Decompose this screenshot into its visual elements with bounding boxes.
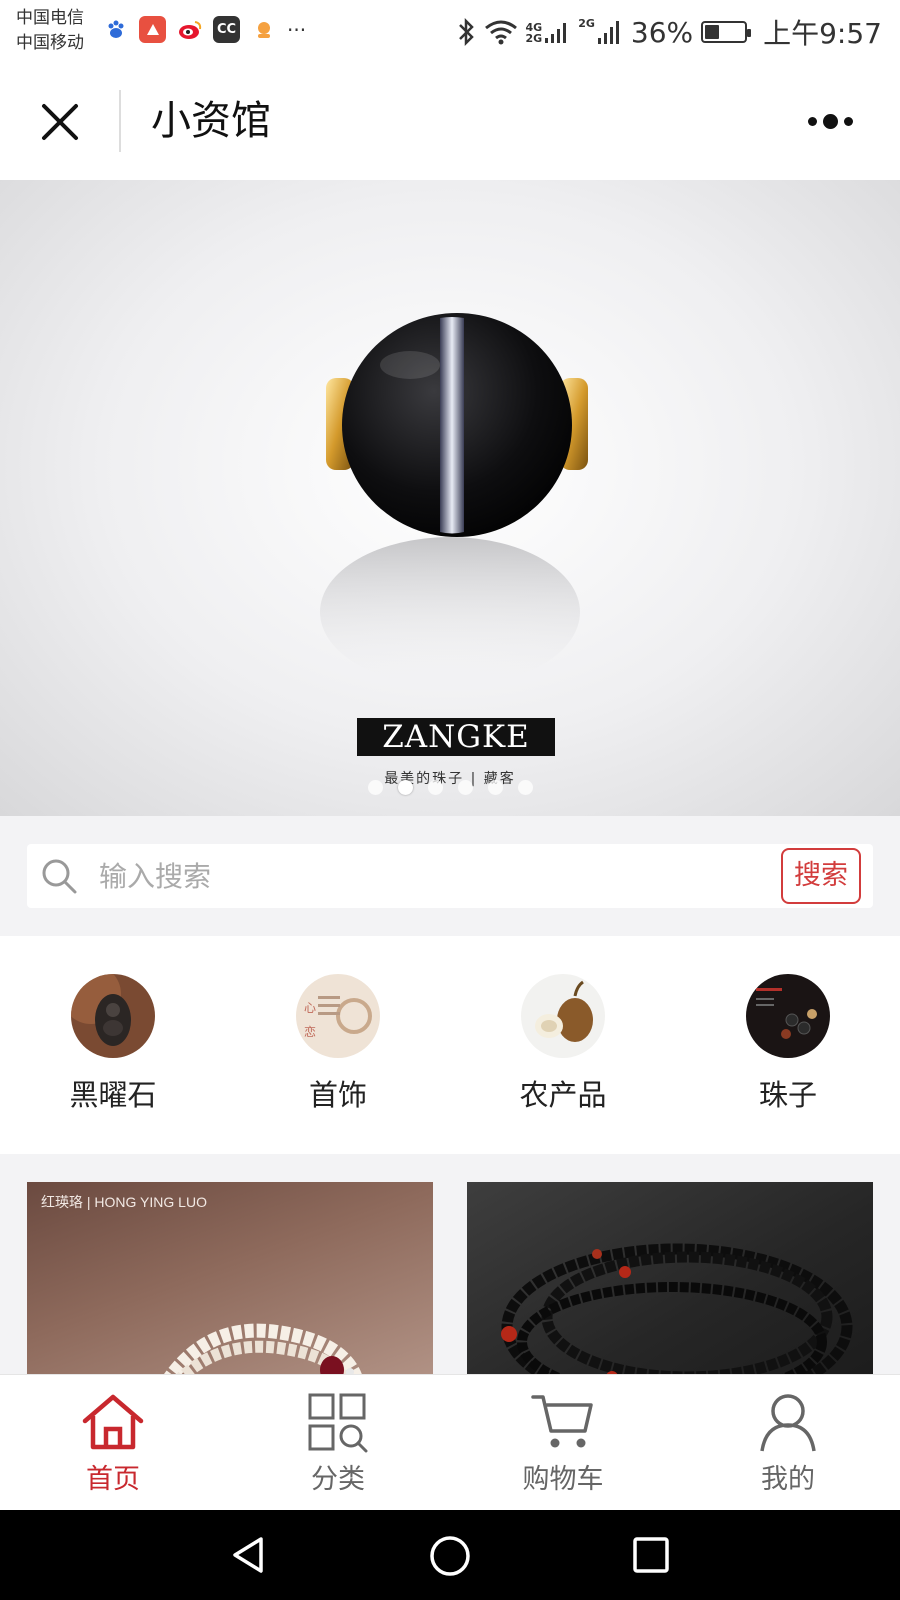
search-icon [42,859,77,894]
carousel-dot[interactable] [457,780,473,795]
mini-program-nav-bar: 小资馆 [0,62,900,180]
category-icon [308,1393,368,1453]
close-button[interactable] [36,98,84,146]
app-icon-orange [250,16,277,43]
banner-carousel[interactable]: ZANGKE 最美的珠子 | 藏客 [0,180,900,816]
category-grid: 黑曜石 心恋 首饰 农产品 珠子 [0,936,900,1154]
category-label: 农产品 [519,1078,607,1112]
clock: 上午9:57 [763,17,882,50]
app-icon-red [139,16,166,43]
svg-text:恋: 恋 [304,1024,316,1039]
network-label-2g: 2G [525,32,543,45]
product-image-pearl-necklace [164,1323,362,1374]
tab-home[interactable]: 首页 [33,1391,193,1496]
tab-label: 分类 [311,1464,365,1495]
network-type-b: 2G [578,17,595,30]
more-dot-left [807,116,817,126]
tab-label: 我的 [761,1464,815,1495]
search-section: 搜索 [0,816,900,936]
user-icon [760,1394,816,1452]
category-image-obsidian [71,974,155,1058]
bluetooth-icon [458,17,474,47]
category-label: 黑曜石 [69,1078,157,1112]
baidu-icon [102,16,129,43]
product-card[interactable] [467,1182,873,1374]
network-indicator-a: 4G 2G [526,20,571,44]
home-icon [82,1394,144,1450]
category-farm-products[interactable]: 农产品 [483,974,643,1114]
category-image-jewelry: 心恋 [296,974,380,1058]
carousel-dot[interactable] [367,780,383,795]
carrier-info: 中国电信 中国移动 [16,6,84,56]
battery-icon [701,21,752,43]
carousel-dot[interactable] [487,780,503,795]
search-button[interactable]: 搜索 [781,848,861,904]
carousel-dot[interactable] [517,780,533,795]
home-circle-icon[interactable] [429,1535,471,1577]
notification-icons: CC ··· [102,16,306,43]
more-menu-button[interactable] [790,106,870,136]
product-grid: 红瑛珞 | HONG YING LUO [0,1154,900,1374]
recent-apps-icon[interactable] [631,1535,671,1575]
wifi-icon [484,20,517,45]
tab-cart[interactable]: 购物车 [483,1391,643,1496]
category-image-beads [746,974,830,1058]
product-card[interactable]: 红瑛珞 | HONG YING LUO [27,1182,433,1374]
category-image-farm-products [521,974,605,1058]
status-bar: 中国电信 中国移动 CC ··· 4G 2G 2G 36% 上午9:57 [0,0,900,62]
tab-category[interactable]: 分类 [258,1391,418,1496]
carrier-2: 中国移动 [16,33,84,53]
carousel-indicator [0,780,900,795]
brand-logo: ZANGKE [357,718,555,756]
more-dot-center [822,113,838,129]
carousel-dot[interactable] [397,780,413,795]
battery-fill [705,25,719,39]
back-icon[interactable] [229,1535,269,1575]
cc-icon: CC [213,16,240,43]
more-dot-right [843,116,853,126]
more-notifications: ··· [287,17,307,42]
close-icon [42,104,78,140]
tab-label: 首页 [86,1464,140,1495]
signal-icon-2 [597,21,619,44]
search-bar: 搜索 [27,844,873,908]
tab-profile[interactable]: 我的 [708,1391,868,1496]
page-title: 小资馆 [151,98,271,144]
signal-icon-1 [545,23,567,43]
network-indicator-b: 2G [578,18,623,46]
category-obsidian[interactable]: 黑曜石 [33,974,193,1114]
svg-text:心: 心 [304,1001,316,1015]
weibo-icon [176,16,203,43]
search-input[interactable] [99,852,699,900]
system-status: 4G 2G 2G 36% 上午9:57 [456,12,882,52]
cart-icon [531,1395,593,1448]
category-beads[interactable]: 珠子 [708,974,868,1114]
system-navigation-bar [0,1510,900,1600]
nav-divider [119,90,121,152]
product-image-bead-bracelet [501,1243,853,1374]
carousel-dot[interactable] [427,780,443,795]
tab-label: 购物车 [522,1464,604,1495]
carrier-1: 中国电信 [16,8,84,28]
battery-percent: 36% [630,15,694,49]
bottom-tab-bar: 首页 分类 购物车 我的 [0,1374,900,1510]
category-label: 首饰 [308,1078,367,1112]
category-label: 珠子 [758,1078,817,1112]
network-type-a: 4G 2G [526,22,543,44]
category-jewelry[interactable]: 心恋 首饰 [258,974,418,1114]
